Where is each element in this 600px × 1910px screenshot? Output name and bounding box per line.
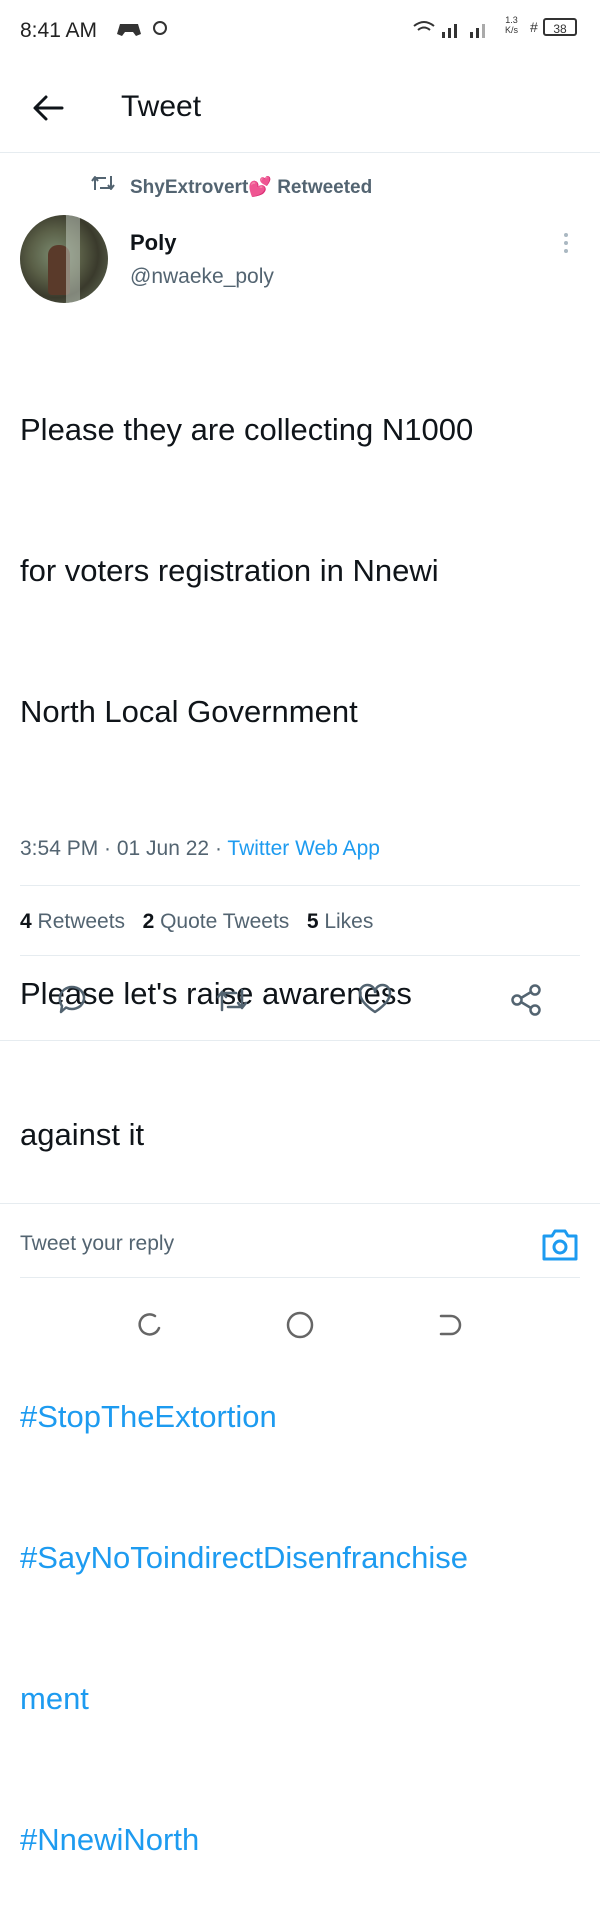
meta-divider xyxy=(20,885,580,886)
reply-input[interactable]: Tweet your reply xyxy=(20,1232,174,1256)
stats-divider xyxy=(20,955,580,956)
reply-underline xyxy=(20,1277,580,1278)
tweet-line: against it xyxy=(20,1117,145,1152)
tweet-line: North Local Government xyxy=(20,694,358,729)
back-nav-icon[interactable] xyxy=(433,1308,467,1342)
quote-tweets-stat[interactable]: 2 Quote Tweets xyxy=(143,910,290,933)
reply-icon[interactable] xyxy=(52,980,92,1020)
sync-icon xyxy=(153,21,167,35)
author-handle[interactable]: @nwaeke_poly xyxy=(130,265,274,289)
tweet-meta: 3:54 PM · 01 Jun 22 · Twitter Web App xyxy=(20,837,380,861)
net-speed: 1.3 K/s xyxy=(505,15,519,35)
gamepad-icon xyxy=(117,24,141,36)
retweeted-by-label[interactable]: ShyExtrovert💕 Retweeted xyxy=(130,175,372,199)
actions-divider xyxy=(0,1040,600,1041)
tweet-text: Please they are collecting N1000 for vot… xyxy=(20,312,580,1910)
tweet-timestamp: 3:54 PM · 01 Jun 22 · xyxy=(20,837,228,860)
like-heart-icon[interactable] xyxy=(355,980,395,1020)
hd-icon: # xyxy=(530,19,538,35)
tweet-stats: 4 Retweets 2 Quote Tweets 5 Likes xyxy=(20,910,373,934)
author-name[interactable]: Poly xyxy=(130,230,176,256)
signal-wifi-icon xyxy=(413,21,485,38)
hashtag-link[interactable]: ment xyxy=(20,1675,580,1722)
header-divider xyxy=(0,152,600,153)
hashtag-link[interactable]: #SayNoToindirectDisenfranchise xyxy=(20,1534,580,1581)
share-icon[interactable] xyxy=(506,980,546,1020)
camera-icon[interactable] xyxy=(540,1226,580,1264)
tweet-line: for voters registration in Nnewi xyxy=(20,553,439,588)
retweet-action-icon[interactable] xyxy=(212,980,252,1020)
hashtag-link[interactable]: #StopTheExtortion xyxy=(20,1393,580,1440)
hashtag-link[interactable]: #NnewiNorth xyxy=(20,1816,580,1863)
status-time: 8:41 AM xyxy=(20,19,98,42)
arrow-left-icon[interactable] xyxy=(28,88,68,128)
battery-indicator: 38 xyxy=(543,18,577,36)
tweet-source-link[interactable]: Twitter Web App xyxy=(227,837,380,860)
home-icon[interactable] xyxy=(283,1308,317,1342)
tweet-line: Please they are collecting N1000 xyxy=(20,412,474,447)
page-title: Tweet xyxy=(121,90,202,123)
reply-divider-top xyxy=(0,1203,600,1204)
likes-stat[interactable]: 5 Likes xyxy=(307,910,374,933)
status-bar: 8:41 AM 1.3 K/s # 38 xyxy=(0,0,600,62)
avatar[interactable] xyxy=(20,215,108,303)
more-options-icon[interactable] xyxy=(556,230,576,256)
recent-apps-icon[interactable] xyxy=(133,1308,167,1342)
tweet-line: Please let's raise awareness xyxy=(20,976,412,1011)
retweets-stat[interactable]: 4 Retweets xyxy=(20,910,125,933)
retweet-icon xyxy=(91,176,115,190)
